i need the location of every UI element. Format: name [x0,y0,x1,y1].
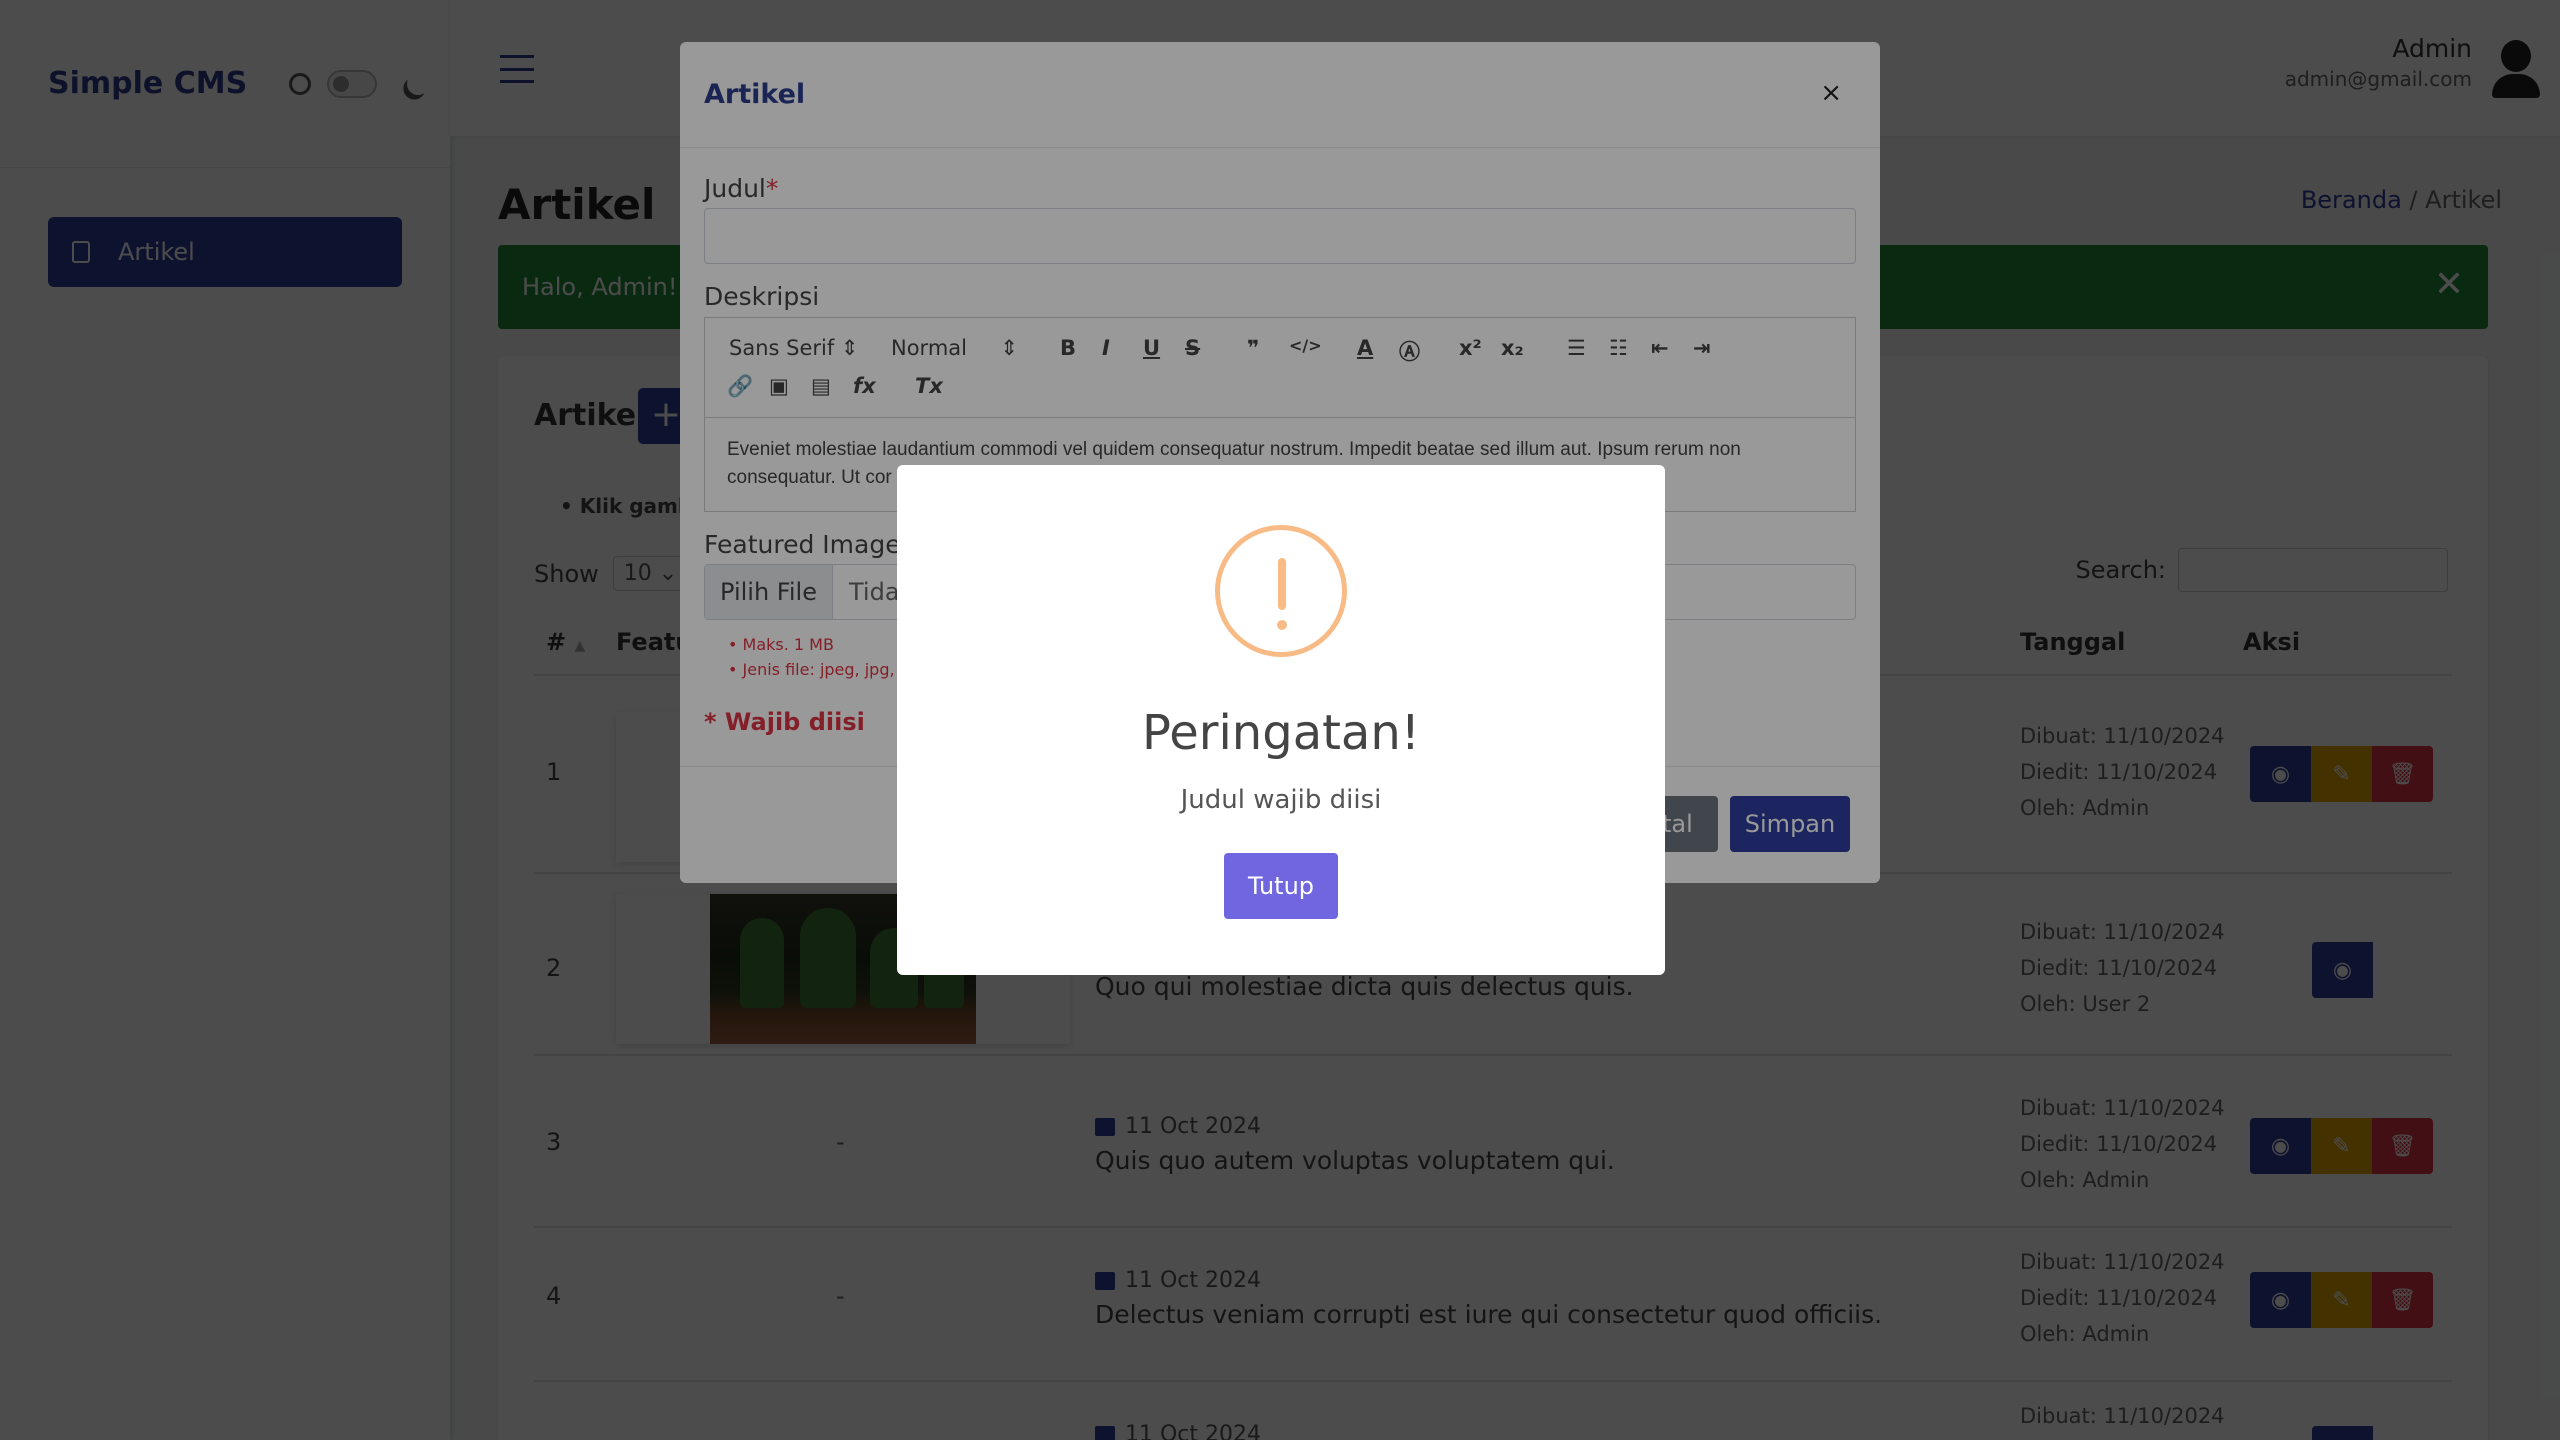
dialog-message: Judul wajib diisi [1180,785,1382,815]
close-dialog-button[interactable]: Tutup [1224,853,1338,919]
warning-icon [1215,525,1347,657]
dialog-title: Peringatan! [1141,705,1421,761]
warning-dialog: Peringatan! Judul wajib diisi Tutup [897,465,1665,975]
